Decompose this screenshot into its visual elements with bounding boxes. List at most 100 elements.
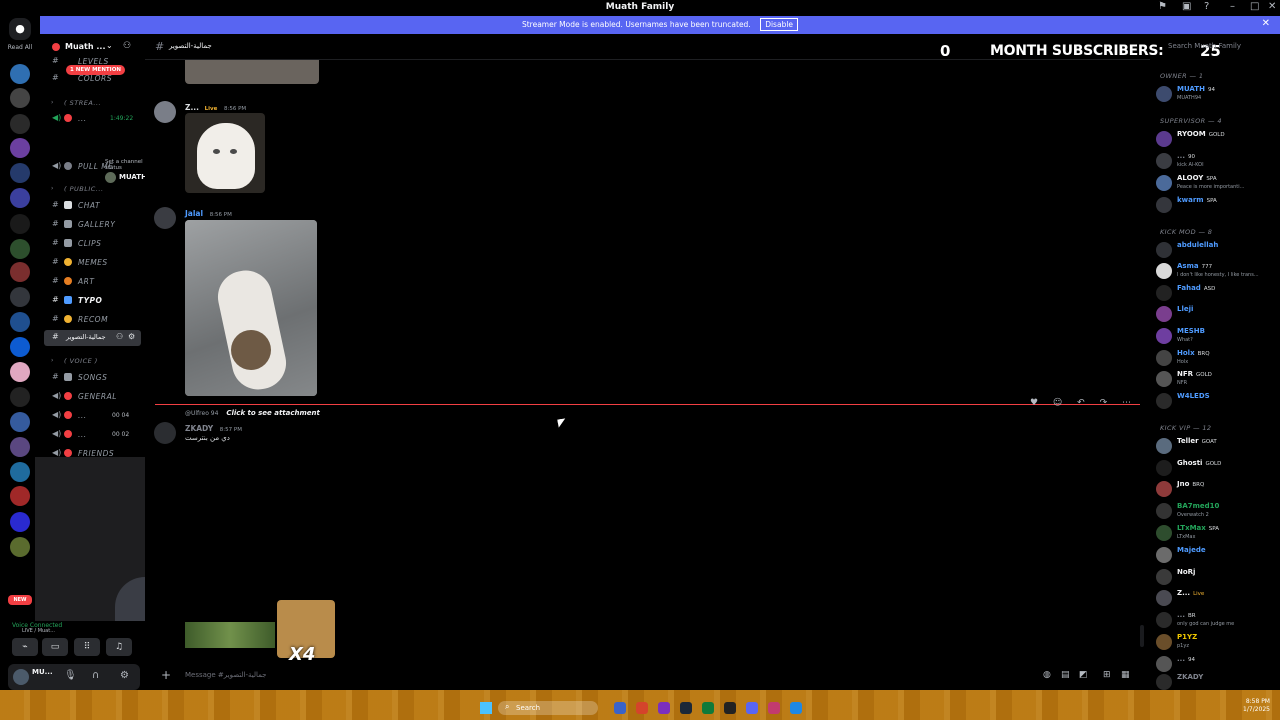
help-icon[interactable]: ? (1204, 1, 1209, 12)
gear-icon[interactable]: ⚙ (128, 332, 135, 341)
close-window-button[interactable]: ✕ (1268, 1, 1276, 12)
camera-button[interactable]: ▭ (42, 638, 68, 656)
member-item[interactable]: Z... Live (1154, 588, 1278, 608)
avatar[interactable] (13, 669, 29, 685)
channel-chat[interactable]: # CHAT (40, 198, 145, 214)
inbox-icon[interactable]: ⚑ (1158, 1, 1167, 12)
member-item[interactable]: Fahad ASD (1154, 283, 1278, 303)
channel-gallery[interactable]: # GALLERY (40, 217, 145, 233)
app-icon[interactable] (614, 702, 626, 714)
channel-pull-me[interactable]: ◀) PULL ME (40, 159, 145, 175)
maximize-button[interactable]: □ (1250, 1, 1259, 12)
channel-general[interactable]: ◀) GENERAL (40, 389, 145, 405)
image-attachment[interactable] (185, 622, 275, 648)
taskbar-search[interactable]: ⌕ Search (498, 701, 598, 715)
system-clock[interactable]: 8:58 PM 1/7/2025 (1243, 698, 1270, 714)
chat-scrollbar[interactable] (1140, 625, 1144, 647)
member-item[interactable]: ... 90 kick Al-KOI (1154, 151, 1278, 171)
discord-taskbar-icon[interactable] (746, 702, 758, 714)
channel-typo[interactable]: # TYPO (40, 293, 145, 309)
gif-icon[interactable]: ▤ (1061, 670, 1070, 680)
server-icon[interactable] (10, 486, 30, 506)
server-icon[interactable] (10, 512, 30, 532)
member-item[interactable]: P1YZ p1yz (1154, 632, 1278, 652)
category-voice[interactable]: › ( VOICE ) (40, 354, 145, 370)
image-attachment[interactable] (185, 220, 317, 396)
close-banner-icon[interactable]: ✕ (1262, 18, 1270, 29)
app-icon[interactable] (680, 702, 692, 714)
microphone-icon[interactable]: 🎙︎ (64, 670, 77, 681)
server-icon[interactable] (10, 337, 30, 357)
windows-start-icon[interactable] (480, 702, 492, 714)
author-name[interactable]: ZKADY (185, 424, 213, 433)
avatar[interactable] (154, 101, 176, 123)
member-item[interactable]: NFR GOLD NFR (1154, 369, 1278, 389)
message-hover-toolbar[interactable]: ♥ ☺ ↶ ↷ ⋯ (1030, 398, 1137, 408)
category-public[interactable]: › ( PUBLIC... (40, 182, 145, 198)
channel-clips[interactable]: # CLIPS (40, 236, 145, 252)
channel-recom[interactable]: # RECOM (40, 312, 145, 328)
soundboard-button[interactable]: ♫ (106, 638, 132, 656)
server-icon[interactable] (10, 262, 30, 282)
author-name[interactable]: Jalal (185, 209, 203, 218)
channel-songs[interactable]: # SONGS (40, 370, 145, 386)
app-icon[interactable] (636, 702, 648, 714)
channel-colors[interactable]: # COLORS (40, 71, 145, 87)
channel-memes[interactable]: # MEMES (40, 255, 145, 271)
member-item[interactable]: abdulellah (1154, 240, 1278, 260)
server-icon[interactable] (10, 537, 30, 557)
apps-icon[interactable]: ⊞ (1103, 670, 1111, 680)
member-item[interactable]: NoRj (1154, 567, 1278, 587)
server-icon[interactable] (10, 387, 30, 407)
app-icon[interactable] (768, 702, 780, 714)
screen-icon[interactable]: ▣ (1182, 1, 1191, 12)
reply-preview[interactable]: @Ulfreo 94 Click to see attachment (185, 409, 320, 417)
server-icon[interactable] (10, 462, 30, 482)
gear-icon[interactable]: ⚙ (120, 670, 129, 681)
member-item[interactable]: ZKADY (1154, 672, 1278, 692)
server-icon[interactable] (10, 437, 30, 457)
server-icon[interactable] (10, 88, 30, 108)
server-icon[interactable] (10, 188, 30, 208)
member-item[interactable]: Teller GOAT (1154, 436, 1278, 456)
server-icon[interactable] (10, 114, 30, 134)
app-icon[interactable] (790, 702, 802, 714)
search-input[interactable]: Search Muath Family (1168, 42, 1241, 50)
member-item[interactable]: ... BR only god can judge me (1154, 610, 1278, 630)
member-item[interactable]: ALOOY SPA Peace is more importanti... (1154, 173, 1278, 193)
message-input[interactable]: Message #جمالية-التصوير (185, 671, 267, 679)
member-item[interactable]: RYOOM GOLD (1154, 129, 1278, 149)
gift-icon[interactable]: ◍ (1043, 670, 1051, 680)
app-icon[interactable] (658, 702, 670, 714)
app-icon[interactable] (702, 702, 714, 714)
server-icon[interactable] (10, 312, 30, 332)
emoji-icon[interactable]: ▦ (1121, 670, 1130, 680)
server-icon[interactable] (10, 412, 30, 432)
member-item[interactable]: Majede (1154, 545, 1278, 565)
member-item[interactable]: BA7med10 Overwatch 2 (1154, 501, 1278, 521)
sticker-icon[interactable]: ◩ (1079, 670, 1088, 680)
member-item[interactable]: Lleji (1154, 304, 1278, 324)
server-icon[interactable] (10, 163, 30, 183)
server-icon[interactable] (10, 64, 30, 84)
category-streams[interactable]: › ( STREA... (40, 96, 145, 112)
server-icon[interactable] (10, 214, 30, 234)
app-icon[interactable] (724, 702, 736, 714)
member-item[interactable]: MUATH 94 MUATH94 (1154, 84, 1278, 104)
disable-streamer-mode-button[interactable]: Disable (760, 18, 799, 31)
channel-art[interactable]: # ART (40, 274, 145, 290)
headphones-icon[interactable]: ∩ (92, 670, 99, 681)
discord-home-icon[interactable]: ● (9, 18, 31, 40)
channel-stream-voice[interactable]: ◀) ... 1:49:22 (40, 111, 145, 127)
invite-icon[interactable]: ⚇ (123, 41, 131, 51)
activities-button[interactable]: ⠿ (74, 638, 100, 656)
member-item[interactable]: ... 94 (1154, 654, 1278, 674)
minimize-button[interactable]: – (1230, 1, 1235, 12)
image-attachment[interactable] (185, 60, 319, 84)
member-item[interactable]: Asma 777 I don't like honesty, I like tra… (1154, 261, 1278, 281)
server-icon[interactable] (10, 287, 30, 307)
server-icon[interactable] (10, 362, 30, 382)
avatar[interactable] (154, 207, 176, 229)
image-attachment[interactable] (185, 113, 265, 193)
member-item[interactable]: kwarm SPA (1154, 195, 1278, 215)
